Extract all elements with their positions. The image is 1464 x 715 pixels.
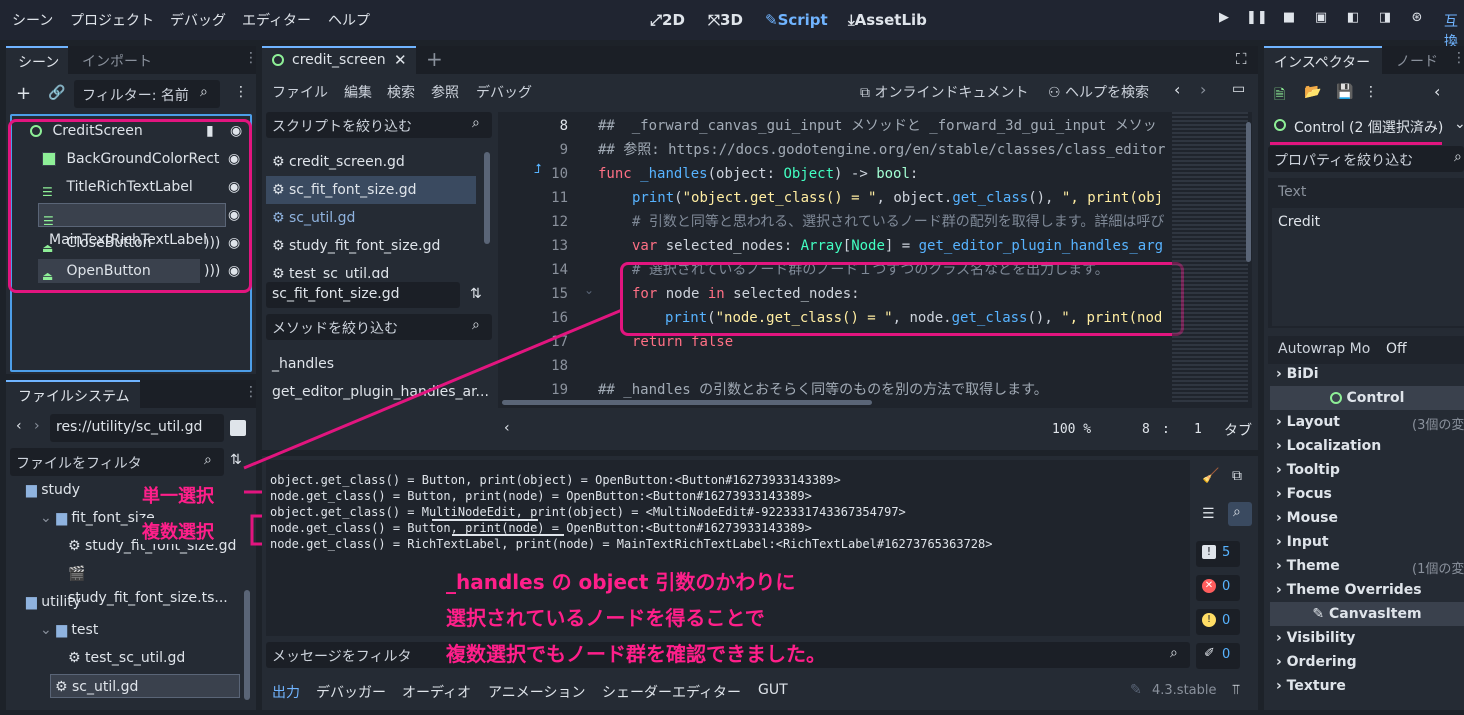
- bracket-multi: [250, 514, 262, 546]
- annotation-note-3: 複数選択でもノード群を確認できました。: [446, 642, 826, 666]
- annotation-note-1: _handles の object 引数のかわりに: [446, 570, 796, 594]
- annotation-multi: 複数選択: [138, 518, 218, 544]
- annotation-single: 単一選択: [138, 482, 218, 508]
- annotation-note-2: 選択されているノードを得ることで: [446, 606, 765, 630]
- callout-line: [243, 308, 623, 470]
